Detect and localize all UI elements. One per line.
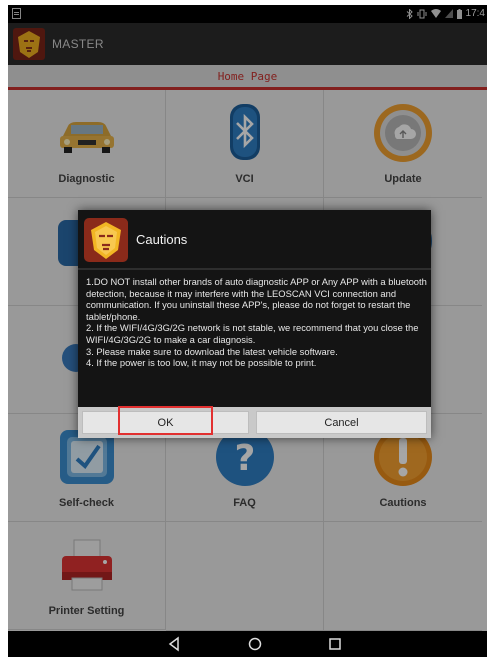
- cautions-dialog: Cautions 1.DO NOT install other brands o…: [78, 210, 431, 438]
- dialog-message: 1.DO NOT install other brands of auto di…: [86, 276, 427, 369]
- lion-logo-icon: [84, 218, 128, 262]
- dialog-title: Cautions: [136, 232, 188, 247]
- caution-line: 2. If the WIFI/4G/3G/2G network is not s…: [86, 322, 419, 345]
- dialog-header: Cautions: [78, 210, 431, 270]
- back-icon[interactable]: [166, 635, 184, 653]
- caution-line: 1.DO NOT install other brands of auto di…: [86, 276, 427, 322]
- cancel-button[interactable]: Cancel: [256, 411, 427, 434]
- recent-apps-icon[interactable]: [326, 635, 344, 653]
- home-icon[interactable]: [246, 635, 264, 653]
- tablet-screen: 17:4 MASTER Home Page Diagnostic VCI Upd…: [8, 5, 487, 657]
- caution-line: 3. Please make sure to download the late…: [86, 345, 338, 357]
- ok-highlight-box: [118, 406, 213, 435]
- caution-line: 4. If the power is too low, it may not b…: [86, 357, 317, 369]
- navigation-bar: [8, 631, 487, 657]
